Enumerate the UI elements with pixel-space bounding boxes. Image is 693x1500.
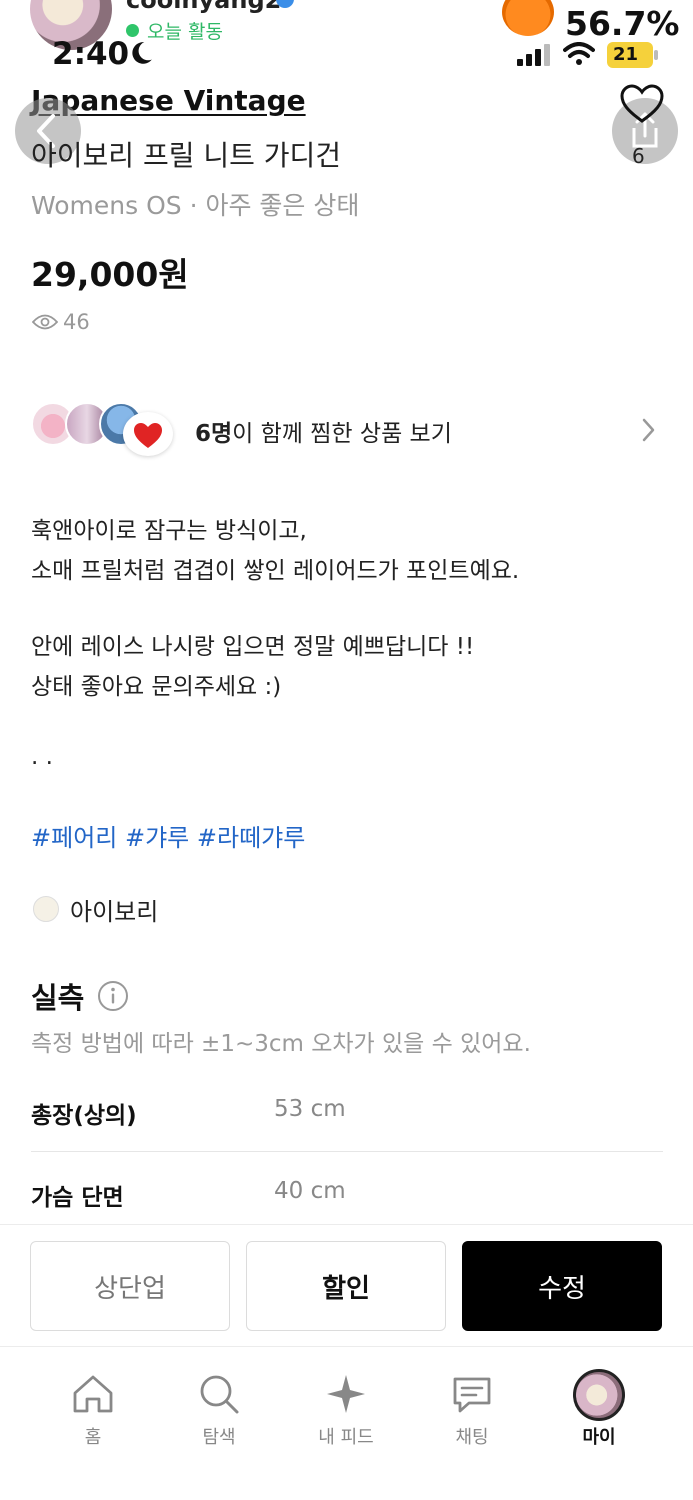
size-row: 가슴 단면 40 cm bbox=[31, 1152, 663, 1234]
size-row-value: 53 cm bbox=[274, 1096, 346, 1122]
search-icon bbox=[200, 1375, 239, 1414]
active-status-label: 오늘 활동 bbox=[147, 21, 223, 43]
description-line: 안에 레이스 나시랑 입으면 정말 예쁘답니다 !! bbox=[31, 634, 475, 660]
description-line: . . bbox=[31, 744, 53, 770]
chevron-right-icon bbox=[642, 418, 655, 442]
bump-button[interactable]: 상단업 bbox=[30, 1241, 230, 1331]
eye-icon bbox=[32, 314, 58, 330]
tab-search[interactable]: 탐색 bbox=[159, 1347, 279, 1467]
tab-label: 마이 bbox=[582, 1427, 616, 1448]
wifi-icon bbox=[563, 42, 595, 65]
product-price: 29,000원 bbox=[31, 255, 189, 294]
seller-name[interactable]: coolnyang2 bbox=[126, 0, 281, 14]
wishlist-heart-badge bbox=[123, 412, 173, 456]
battery-percent: 56.7% bbox=[565, 4, 680, 43]
bottom-tab-bar: 홈 탐색 내 피드 채팅 마이 bbox=[0, 1346, 693, 1500]
view-count: 46 bbox=[63, 310, 90, 334]
color-label: 아이보리 bbox=[70, 898, 159, 926]
description-line: 상태 좋아요 문의주세요 :) bbox=[31, 674, 282, 700]
action-bar: 상단업 할인 수정 bbox=[0, 1224, 693, 1346]
heart-filled-icon bbox=[134, 423, 162, 448]
wishlist-count: 6명 bbox=[195, 421, 233, 447]
product-meta: Womens OS · 아주 좋은 상태 bbox=[31, 191, 360, 220]
tab-label: 탐색 bbox=[202, 1427, 236, 1448]
tab-label: 내 피드 bbox=[318, 1427, 374, 1448]
description-line: 훅앤아이로 잠구는 방식이고, bbox=[31, 518, 307, 544]
battery-icon: 21 bbox=[607, 42, 659, 68]
chat-icon bbox=[453, 1377, 491, 1413]
tab-feed[interactable]: 내 피드 bbox=[286, 1347, 406, 1467]
size-row: 총장(상의) 53 cm bbox=[31, 1070, 663, 1152]
hashtags[interactable]: #페어리 #갸루 #라떼갸루 bbox=[31, 818, 305, 853]
tab-my[interactable]: 마이 bbox=[539, 1347, 659, 1467]
status-clock: 2:40 bbox=[52, 36, 130, 72]
info-icon[interactable] bbox=[97, 980, 129, 1012]
size-row-label: 총장(상의) bbox=[31, 1103, 137, 1129]
like-count: 6 bbox=[632, 144, 645, 168]
product-title: 아이보리 프릴 니트 가디건 bbox=[31, 139, 342, 172]
size-title: 실측 bbox=[31, 981, 85, 1015]
tab-label: 채팅 bbox=[455, 1427, 489, 1448]
size-row-value: 40 cm bbox=[274, 1178, 346, 1204]
tab-chat[interactable]: 채팅 bbox=[412, 1347, 532, 1467]
wishlist-row[interactable]: 6명이 함께 찜한 상품 보기 bbox=[31, 400, 663, 460]
sparkle-icon bbox=[327, 1375, 365, 1413]
color-swatch bbox=[33, 896, 59, 922]
edit-button[interactable]: 수정 bbox=[462, 1241, 662, 1331]
tab-home[interactable]: 홈 bbox=[33, 1347, 153, 1467]
avatar bbox=[573, 1369, 625, 1421]
heart-icon[interactable] bbox=[620, 84, 664, 124]
signal-icon bbox=[517, 44, 550, 66]
home-icon bbox=[73, 1375, 113, 1413]
size-note: 측정 방법에 따라 ±1~3cm 오차가 있을 수 있어요. bbox=[31, 1031, 531, 1057]
size-row-label: 가슴 단면 bbox=[31, 1185, 124, 1211]
moon-icon bbox=[132, 42, 152, 64]
wishlist-suffix: 이 함께 찜한 상품 보기 bbox=[232, 421, 452, 447]
battery-level: 21 bbox=[613, 44, 639, 65]
orange-face-icon bbox=[502, 0, 554, 36]
wishlist-text: 6명이 함께 찜한 상품 보기 bbox=[195, 414, 452, 448]
description-line: 소매 프릴처럼 겹겹이 쌓인 레이어드가 포인트예요. bbox=[31, 558, 520, 584]
discount-button[interactable]: 할인 bbox=[246, 1241, 446, 1331]
tab-label: 홈 bbox=[84, 1427, 102, 1448]
